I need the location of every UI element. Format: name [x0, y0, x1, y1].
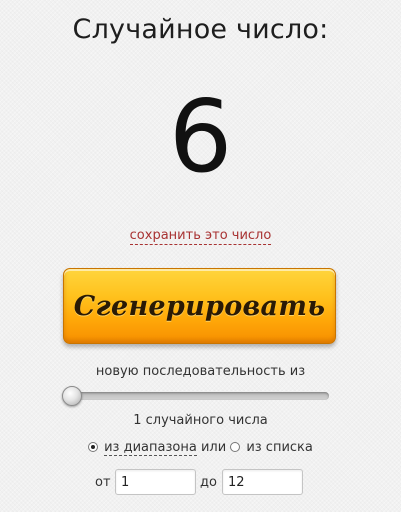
range-from-label: от [95, 475, 111, 490]
count-slider-track[interactable] [66, 392, 329, 400]
generate-button-label: Сгенерировать [73, 290, 326, 322]
sequence-label: новую последовательность из [95, 364, 306, 379]
range-to-input[interactable] [222, 469, 303, 495]
mode-connector: или [200, 440, 227, 455]
random-number-display: 6 [168, 78, 233, 195]
range-to-label: до [200, 475, 217, 490]
count-slider-handle[interactable] [62, 386, 82, 406]
radio-list[interactable] [230, 442, 241, 452]
mode-list-label[interactable]: из списка [246, 440, 313, 455]
mode-selector: из диапазона или из списка [0, 440, 401, 456]
page-title: Случайное число: [72, 14, 329, 45]
mode-range-label[interactable]: из диапазона [104, 440, 197, 456]
save-number-row: сохранить это число [0, 228, 401, 245]
radio-range[interactable] [88, 442, 99, 452]
save-number-link[interactable]: сохранить это число [129, 228, 272, 245]
count-label: 1 случайного числа [133, 413, 268, 428]
range-from-input[interactable] [115, 469, 196, 495]
generate-button[interactable]: Сгенерировать [63, 268, 336, 344]
